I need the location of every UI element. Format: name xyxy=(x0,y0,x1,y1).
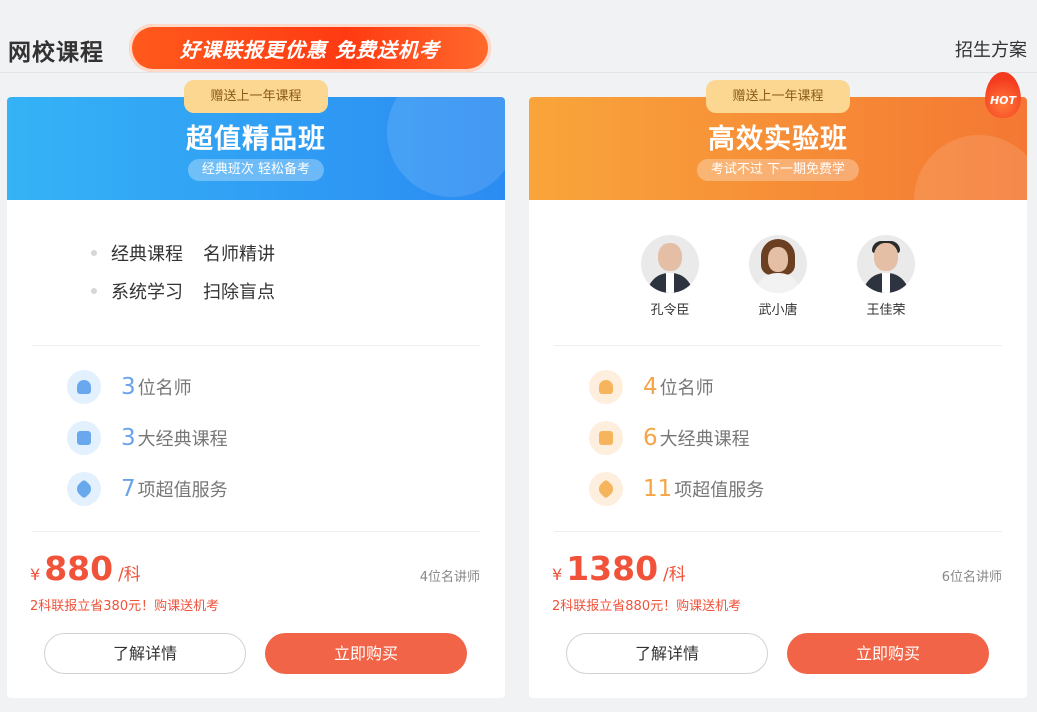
feature-text: 扫除盲点 xyxy=(203,281,275,303)
hot-badge-text: HOT xyxy=(989,94,1017,107)
stat-number: 11 xyxy=(643,476,673,502)
course-card-premium: 赠送上一年课程 超值精品班 经典班次 轻松备考 经典课程 名师精讲 系统学习 扫… xyxy=(7,80,505,698)
promo-text: 2科联报立省380元！购课送机考 xyxy=(30,599,220,614)
stats-list: 3 位名师 3 大经典课程 7 项超值服务 xyxy=(67,369,228,522)
price: ¥ 880 /科 xyxy=(30,549,141,588)
heart-service-icon xyxy=(589,472,623,506)
course-subtitle: 考试不过 下一期免费学 xyxy=(696,159,860,181)
enrollment-plan-link[interactable]: 招生方案 xyxy=(955,36,1027,62)
teacher-item[interactable]: 孔令臣 xyxy=(640,235,700,318)
price-unit: /科 xyxy=(118,565,141,585)
stat-number: 7 xyxy=(121,476,136,502)
teacher-name: 王佳荣 xyxy=(866,303,906,318)
heart-service-icon xyxy=(67,472,101,506)
page-title: 网校课程 xyxy=(8,40,104,66)
stats-list: 4 位名师 6 大经典课程 11 项超值服务 xyxy=(589,369,764,522)
learn-more-button[interactable]: 了解详情 xyxy=(566,633,768,674)
gift-ribbon: 赠送上一年课程 xyxy=(184,80,328,113)
page-header: 网校课程 好课联报更优惠 免费送机考 招生方案 xyxy=(0,0,1037,73)
course-card-efficient: 赠送上一年课程 HOT 高效实验班 考试不过 下一期免费学 孔令臣 武小唐 王佳… xyxy=(529,72,1027,698)
course-book-icon xyxy=(589,421,623,455)
price-unit: /科 xyxy=(663,565,686,585)
bullet-icon xyxy=(91,249,97,256)
stat-teachers: 3 位名师 xyxy=(67,369,228,405)
divider xyxy=(32,345,480,346)
feature-text: 名师精讲 xyxy=(203,243,275,265)
list-item: 经典课程 名师精讲 xyxy=(91,240,275,265)
stat-services: 11 项超值服务 xyxy=(589,471,764,507)
course-name: 高效实验班 xyxy=(708,124,848,155)
promo-text: 2科联报立省880元！购课送机考 xyxy=(552,599,742,614)
stat-number: 4 xyxy=(643,374,658,400)
price: ¥ 1380 /科 xyxy=(552,549,686,588)
feature-text: 经典课程 xyxy=(111,243,183,265)
stat-number: 3 xyxy=(121,374,136,400)
stat-label: 项超值服务 xyxy=(137,480,228,501)
teacher-name: 武小唐 xyxy=(758,303,798,318)
avatar xyxy=(749,235,807,293)
gift-ribbon: 赠送上一年课程 xyxy=(706,80,850,113)
teacher-name: 孔令臣 xyxy=(650,303,690,318)
teacher-icon xyxy=(589,370,623,404)
hot-badge: HOT xyxy=(985,72,1021,118)
lecturer-count: 6位名讲师 xyxy=(941,570,1002,585)
course-book-icon xyxy=(67,421,101,455)
divider xyxy=(554,345,1002,346)
price-value: 1380 xyxy=(566,549,659,588)
stat-courses: 3 大经典课程 xyxy=(67,420,228,456)
list-item: 系统学习 扫除盲点 xyxy=(91,278,275,303)
stat-label: 位名师 xyxy=(137,378,192,399)
stat-label: 项超值服务 xyxy=(674,480,765,501)
stat-label: 位名师 xyxy=(659,378,714,399)
teacher-item[interactable]: 王佳荣 xyxy=(856,235,916,318)
teacher-icon xyxy=(67,370,101,404)
buy-now-button[interactable]: 立即购买 xyxy=(265,633,467,674)
stat-number: 6 xyxy=(643,425,658,451)
learn-more-button[interactable]: 了解详情 xyxy=(44,633,246,674)
currency-symbol: ¥ xyxy=(552,565,563,584)
stat-label: 大经典课程 xyxy=(137,429,228,450)
teacher-list: 孔令臣 武小唐 王佳荣 xyxy=(529,235,1027,318)
stat-number: 3 xyxy=(121,425,136,451)
currency-symbol: ¥ xyxy=(30,565,41,584)
stat-teachers: 4 位名师 xyxy=(589,369,764,405)
stat-courses: 6 大经典课程 xyxy=(589,420,764,456)
price-value: 880 xyxy=(44,549,114,588)
teacher-item[interactable]: 武小唐 xyxy=(748,235,808,318)
stat-services: 7 项超值服务 xyxy=(67,471,228,507)
lecturer-count: 4位名讲师 xyxy=(419,570,480,585)
buy-now-button[interactable]: 立即购买 xyxy=(787,633,989,674)
bullet-icon xyxy=(91,287,97,294)
avatar xyxy=(857,235,915,293)
course-subtitle: 经典班次 轻松备考 xyxy=(187,159,325,181)
divider xyxy=(554,531,1002,532)
avatar xyxy=(641,235,699,293)
promo-banner[interactable]: 好课联报更优惠 免费送机考 xyxy=(129,24,491,72)
feature-list: 经典课程 名师精讲 系统学习 扫除盲点 xyxy=(91,240,275,316)
promo-banner-text: 好课联报更优惠 免费送机考 xyxy=(180,37,440,62)
stat-label: 大经典课程 xyxy=(659,429,750,450)
divider xyxy=(32,531,480,532)
feature-text: 系统学习 xyxy=(111,281,183,303)
course-name: 超值精品班 xyxy=(186,124,326,155)
